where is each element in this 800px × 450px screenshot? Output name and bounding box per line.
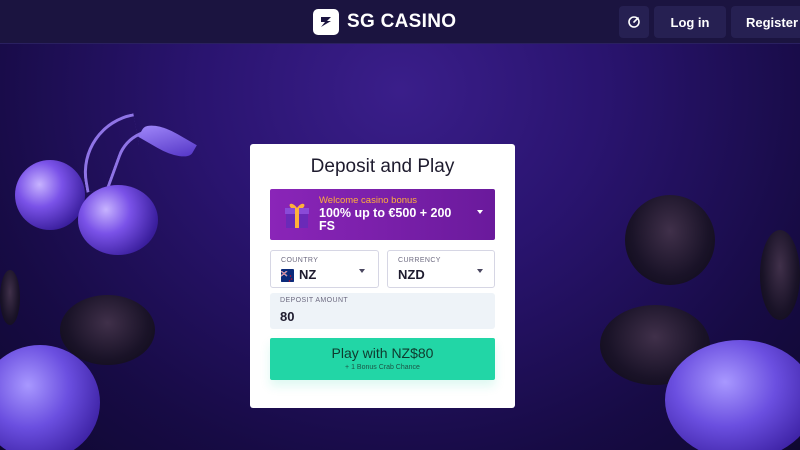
chevron-down-icon — [359, 269, 365, 273]
play-button[interactable]: Play with NZ$80 + 1 Bonus Crab Chance — [270, 338, 495, 380]
brand-name: SG CASINO — [347, 11, 457, 32]
deposit-amount-field[interactable]: DEPOSIT AMOUNT 80 — [270, 293, 495, 329]
bonus-offer: 100% up to €500 + 200 FS — [319, 206, 452, 233]
chip-decoration — [0, 270, 20, 325]
country-select[interactable]: COUNTRY NZ — [270, 250, 379, 288]
bonus-selector[interactable]: Welcome casino bonus 100% up to €500 + 2… — [270, 189, 495, 240]
play-button-label: Play with NZ$80 — [331, 345, 434, 361]
country-value: NZ — [299, 267, 317, 282]
brand-logo[interactable]: SG CASINO — [313, 9, 456, 35]
currency-label: CURRENCY — [398, 257, 441, 264]
deposit-amount-value: 80 — [280, 309, 295, 324]
deposit-card: Deposit and Play Welcome casino bonus 10… — [250, 144, 515, 408]
card-title: Deposit and Play — [310, 156, 455, 177]
cherry-decoration — [0, 110, 200, 260]
country-label: COUNTRY — [281, 257, 319, 264]
chat-icon — [628, 16, 640, 28]
chevron-down-icon — [477, 269, 483, 273]
gift-icon — [285, 203, 309, 228]
bonus-subtitle: Welcome casino bonus — [319, 195, 418, 206]
logo-icon — [313, 9, 339, 35]
login-button[interactable]: Log in — [654, 6, 726, 38]
chip-decoration — [625, 195, 715, 285]
currency-value: NZD — [398, 267, 425, 282]
currency-select[interactable]: CURRENCY NZD — [387, 250, 495, 288]
nz-flag-icon — [281, 269, 294, 282]
chip-decoration — [760, 230, 800, 320]
chevron-down-icon — [477, 210, 483, 214]
top-header: SG CASINO Log in Register — [0, 0, 800, 44]
play-button-sublabel: + 1 Bonus Crab Chance — [345, 364, 420, 371]
deposit-amount-label: DEPOSIT AMOUNT — [280, 297, 349, 304]
support-button[interactable] — [619, 6, 649, 38]
register-button[interactable]: Register — [731, 6, 800, 38]
